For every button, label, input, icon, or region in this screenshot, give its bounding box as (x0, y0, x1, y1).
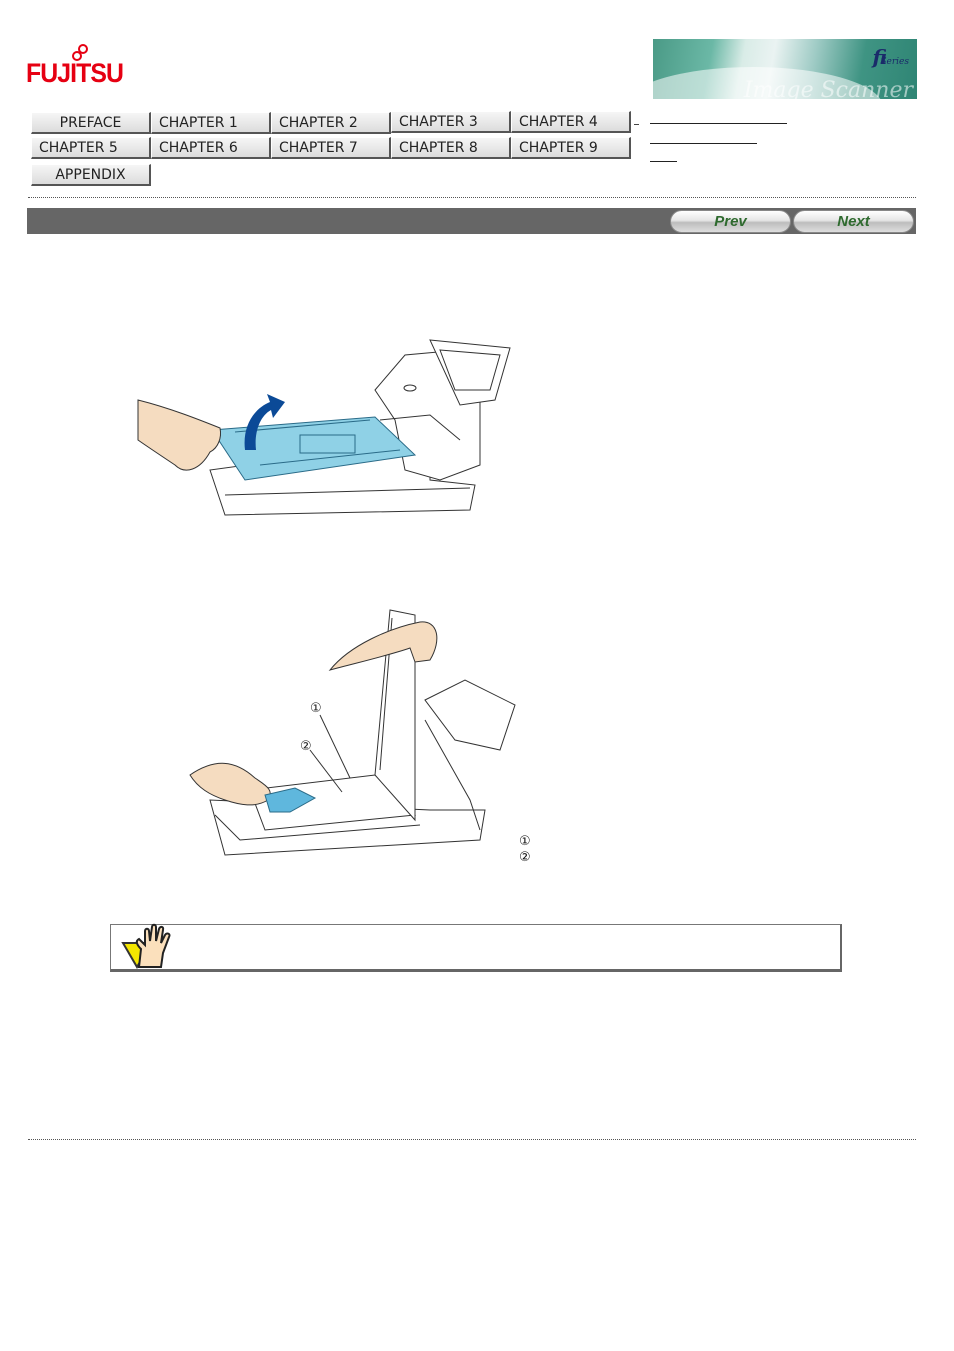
side-link-3[interactable] (650, 161, 677, 162)
nav-chapter-4[interactable]: CHAPTER 4 (511, 111, 631, 133)
callout-2: ② (300, 739, 312, 754)
callout-1: ① (310, 701, 322, 716)
caution-box (110, 923, 842, 972)
nav-chapter-2[interactable]: CHAPTER 2 (271, 112, 391, 134)
bottom-hand (189, 762, 271, 806)
banner-tagline: Image Scanner (743, 78, 913, 99)
side-link-2[interactable] (650, 143, 757, 144)
nav-chapter-8[interactable]: CHAPTER 8 (391, 137, 511, 159)
nav-chapter-6[interactable]: CHAPTER 6 (151, 137, 271, 159)
top-hand (328, 621, 438, 671)
banner-brand-sub: Series (880, 57, 909, 67)
prev-button[interactable]: Prev (670, 210, 791, 233)
nav-appendix[interactable]: APPENDIX (31, 164, 151, 186)
nav-tick (634, 124, 639, 125)
legend-item-1: ① (519, 834, 531, 849)
nav-chapter-9[interactable]: CHAPTER 9 (511, 137, 631, 159)
hand (137, 399, 221, 471)
bottom-divider (28, 1139, 916, 1140)
next-button[interactable]: Next (793, 210, 914, 233)
nav-chapter-5[interactable]: CHAPTER 5 (31, 137, 151, 159)
nav-chapter-3[interactable]: CHAPTER 3 (391, 111, 511, 133)
figure-clean-glass: ① ② (189, 609, 516, 856)
legend-item-2: ② (519, 850, 531, 865)
fi-series-banner: fi Series Image Scanner (653, 39, 917, 99)
caution-hand-icon (121, 923, 171, 969)
nav-chapter-1[interactable]: CHAPTER 1 (151, 112, 271, 134)
fujitsu-logo: FUJITSU (26, 44, 124, 94)
nav-chapter-7[interactable]: CHAPTER 7 (271, 137, 391, 159)
logo-text: FUJITSU (26, 58, 124, 88)
side-link-1[interactable] (650, 123, 787, 124)
figure-open-cover (137, 339, 511, 516)
top-divider (28, 197, 916, 198)
nav-preface[interactable]: PREFACE (31, 112, 151, 134)
